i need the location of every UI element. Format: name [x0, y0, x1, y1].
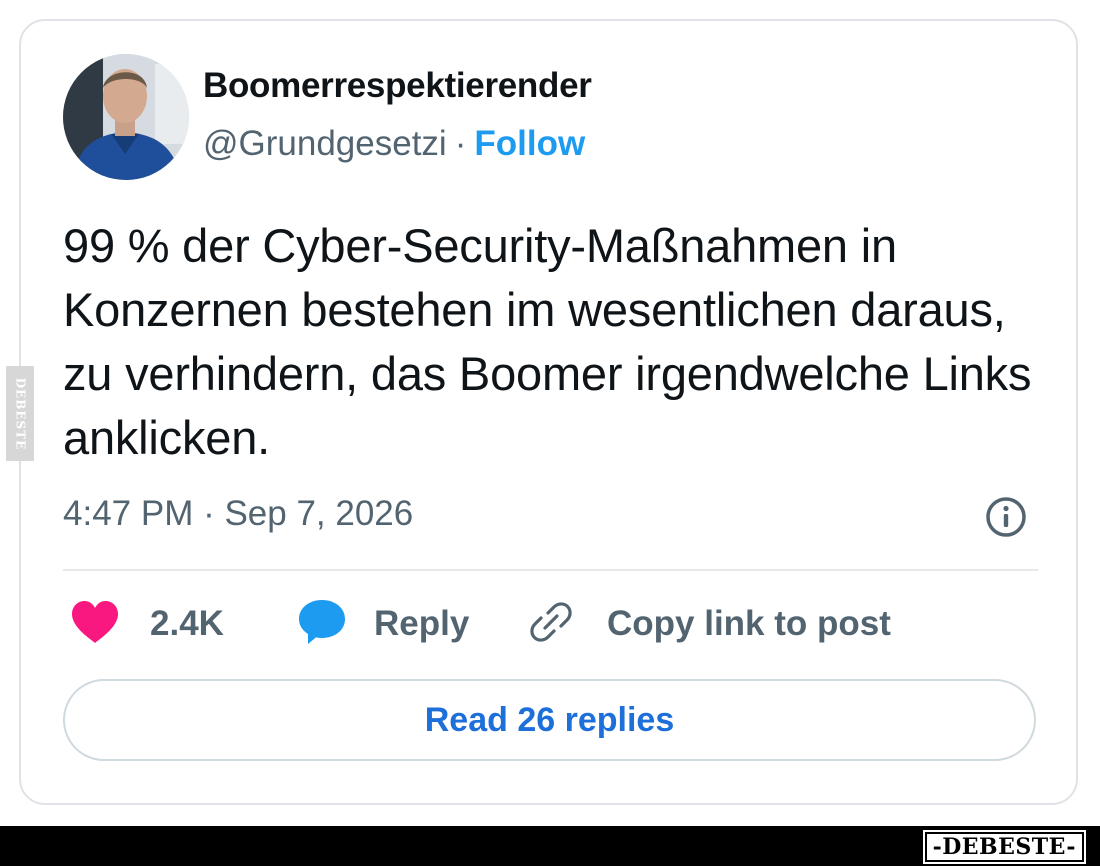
- user-handle[interactable]: @Grundgesetzi: [203, 124, 447, 163]
- reply-button[interactable]: Reply: [297, 598, 469, 650]
- side-watermark: DEBESTE: [6, 366, 34, 461]
- avatar-image: [63, 54, 189, 180]
- speech-bubble-icon: [297, 598, 347, 651]
- handle-row: @Grundgesetzi · Follow: [203, 124, 585, 164]
- copy-link-button[interactable]: Copy link to post: [527, 598, 891, 650]
- avatar[interactable]: [63, 54, 189, 180]
- like-button[interactable]: 2.4K: [70, 598, 224, 650]
- copy-link-label: Copy link to post: [607, 604, 891, 643]
- debeste-logo: -DEBESTE-: [922, 830, 1087, 864]
- tweet-text: 99 % der Cyber-Security-Maßnahmen in Kon…: [63, 219, 1032, 464]
- reply-label: Reply: [374, 604, 470, 643]
- divider: [63, 569, 1038, 571]
- side-watermark-text: DEBESTE: [13, 377, 27, 450]
- info-icon[interactable]: [984, 495, 1028, 539]
- footer-bar: -DEBESTE-: [0, 826, 1100, 866]
- follow-button[interactable]: Follow: [474, 124, 585, 163]
- handle-separator: ·: [454, 124, 467, 163]
- link-icon: [527, 598, 575, 651]
- read-replies-button[interactable]: Read 26 replies: [63, 679, 1036, 761]
- heart-icon: [70, 600, 120, 649]
- tweet-timestamp[interactable]: 4:47 PM · Sep 7, 2026: [63, 494, 413, 534]
- like-count: 2.4K: [150, 604, 224, 643]
- display-name[interactable]: Boomerrespektierender: [203, 66, 592, 106]
